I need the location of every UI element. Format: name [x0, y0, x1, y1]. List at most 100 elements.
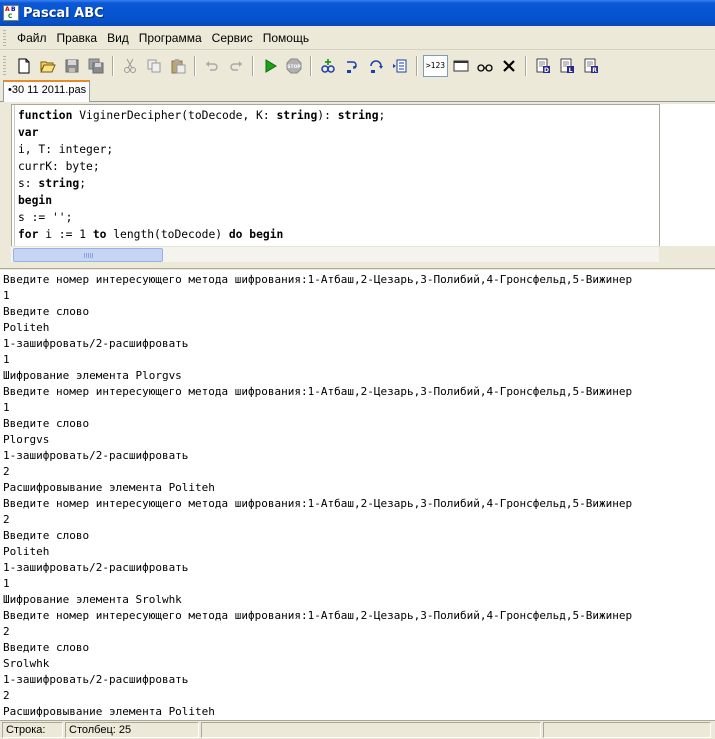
- output-line: 1-зашифровать/2-расшифровать: [3, 449, 189, 462]
- document-l-icon: L: [560, 58, 574, 74]
- window-icon: [453, 60, 469, 71]
- output-line: 1-зашифровать/2-расшифровать: [3, 673, 189, 686]
- step-over-button[interactable]: [365, 55, 387, 77]
- output-line: Введите слово: [3, 641, 90, 654]
- code-token: ;: [79, 177, 87, 190]
- step-into-icon: [347, 60, 357, 73]
- output-line: 2: [3, 465, 10, 478]
- code-keyword: string: [38, 177, 80, 190]
- tab-file[interactable]: •30 11 2011.pas: [3, 80, 90, 102]
- paste-button[interactable]: [167, 55, 189, 77]
- menu-service[interactable]: Сервис: [207, 28, 258, 48]
- code-line[interactable]: i, T: integer;: [18, 141, 385, 158]
- code-line[interactable]: var: [18, 124, 385, 141]
- toolbar-separator: [310, 55, 312, 76]
- stop-icon: STOP: [286, 58, 302, 73]
- output-line: Введите номер интересующего метода шифро…: [3, 497, 633, 510]
- toolbar-grip[interactable]: [3, 55, 6, 76]
- menu-view[interactable]: Вид: [102, 28, 134, 48]
- editor-horizontal-scrollbar[interactable]: [11, 246, 659, 262]
- output-line: 1-зашифровать/2-расшифровать: [3, 337, 189, 350]
- menubar-grip[interactable]: [3, 29, 6, 46]
- output-line: Plorgvs: [3, 433, 50, 446]
- toolbar-separator: [252, 55, 254, 76]
- title-bar[interactable]: ABC Pascal ABC: [0, 0, 715, 26]
- output-line: Srolwhk: [3, 657, 50, 670]
- pane-splitter[interactable]: [0, 263, 715, 269]
- step-into-button[interactable]: [341, 55, 363, 77]
- output-mode-label: >123: [425, 61, 446, 70]
- window-title: Pascal ABC: [23, 5, 104, 21]
- status-bar: Строка: 99 Столбец: 25: [0, 720, 715, 739]
- editor-right-pane: [659, 104, 715, 246]
- run-button[interactable]: [259, 55, 281, 77]
- code-line[interactable]: begin: [18, 192, 385, 209]
- run-to-cursor-button[interactable]: [389, 55, 411, 77]
- status-column: Столбец: 25: [65, 722, 199, 738]
- pascal-abc-logo-icon: ABC: [3, 5, 19, 21]
- output-line: 1: [3, 289, 10, 302]
- open-file-button[interactable]: [37, 55, 59, 77]
- code-keyword: for: [18, 228, 39, 241]
- toolbar-separator: [525, 55, 527, 76]
- output-line: Введите слово: [3, 305, 90, 318]
- output-line: 2: [3, 689, 10, 702]
- toolbar-separator: [112, 55, 114, 76]
- output-line: Шифрование элемента Plorgvs: [3, 369, 182, 382]
- status-message: [201, 722, 541, 738]
- copy-icon: [147, 59, 161, 72]
- code-line[interactable]: s := '';: [18, 209, 385, 226]
- output-line: Politeh: [3, 321, 50, 334]
- code-editor[interactable]: function ViginerDecipher(toDecode, K: st…: [11, 104, 659, 246]
- svg-text:D: D: [544, 67, 549, 74]
- save-button[interactable]: [61, 55, 83, 77]
- new-file-button[interactable]: [13, 55, 35, 77]
- output-line: 1: [3, 353, 10, 366]
- output-line: Расшифровывание элемента Politeh: [3, 481, 215, 494]
- redo-icon: [230, 60, 242, 71]
- output-line: Введите слово: [3, 529, 90, 542]
- menu-program[interactable]: Программа: [134, 28, 207, 48]
- clear-button[interactable]: [498, 55, 520, 77]
- add-watch-icon: [321, 58, 335, 73]
- output-window-button[interactable]: [450, 55, 472, 77]
- status-extra: [543, 722, 711, 738]
- watch-window-button[interactable]: [474, 55, 496, 77]
- code-keyword: do: [228, 228, 243, 241]
- copy-button[interactable]: [143, 55, 165, 77]
- code-token: ViginerDecipher(toDecode, K:: [72, 109, 277, 122]
- add-watch-button[interactable]: [317, 55, 339, 77]
- cut-button[interactable]: [119, 55, 141, 77]
- run-to-cursor-icon: [393, 59, 407, 72]
- menu-file[interactable]: Файл: [12, 28, 52, 48]
- output-window[interactable]: Введите номер интересующего метода шифро…: [0, 270, 715, 720]
- undo-button[interactable]: [201, 55, 223, 77]
- code-line[interactable]: currK: byte;: [18, 158, 385, 175]
- status-line: Строка: 99: [2, 722, 63, 738]
- menu-edit[interactable]: Правка: [52, 28, 103, 48]
- file-tab-strip: •30 11 2011.pas: [0, 80, 715, 102]
- code-text[interactable]: function ViginerDecipher(toDecode, K: st…: [18, 107, 385, 243]
- code-token: currK: byte;: [18, 160, 100, 173]
- code-token: i := 1: [38, 228, 93, 241]
- output-mode-toggle[interactable]: >123: [423, 54, 448, 77]
- code-line[interactable]: s: string;: [18, 175, 385, 192]
- svg-text:L: L: [569, 67, 573, 74]
- code-token: s := '';: [18, 211, 73, 224]
- redo-button[interactable]: [225, 55, 247, 77]
- output-line: 1: [3, 401, 10, 414]
- scrollbar-thumb[interactable]: [13, 248, 163, 262]
- code-keyword: begin: [249, 228, 284, 241]
- tab-file-label: •30 11 2011.pas: [8, 84, 87, 96]
- code-line[interactable]: function ViginerDecipher(toDecode, K: st…: [18, 107, 385, 124]
- stop-button[interactable]: STOP: [283, 55, 305, 77]
- align-right-button[interactable]: R: [580, 55, 602, 77]
- format-code-button[interactable]: D: [532, 55, 554, 77]
- code-token: ):: [317, 109, 338, 122]
- code-line[interactable]: for i := 1 to length(toDecode) do begin: [18, 226, 385, 243]
- menu-help[interactable]: Помощь: [258, 28, 314, 48]
- editor-gutter: [12, 105, 15, 246]
- align-left-button[interactable]: L: [556, 55, 578, 77]
- toolbar: STOP >123 D L R: [0, 51, 715, 80]
- save-all-button[interactable]: [85, 55, 107, 77]
